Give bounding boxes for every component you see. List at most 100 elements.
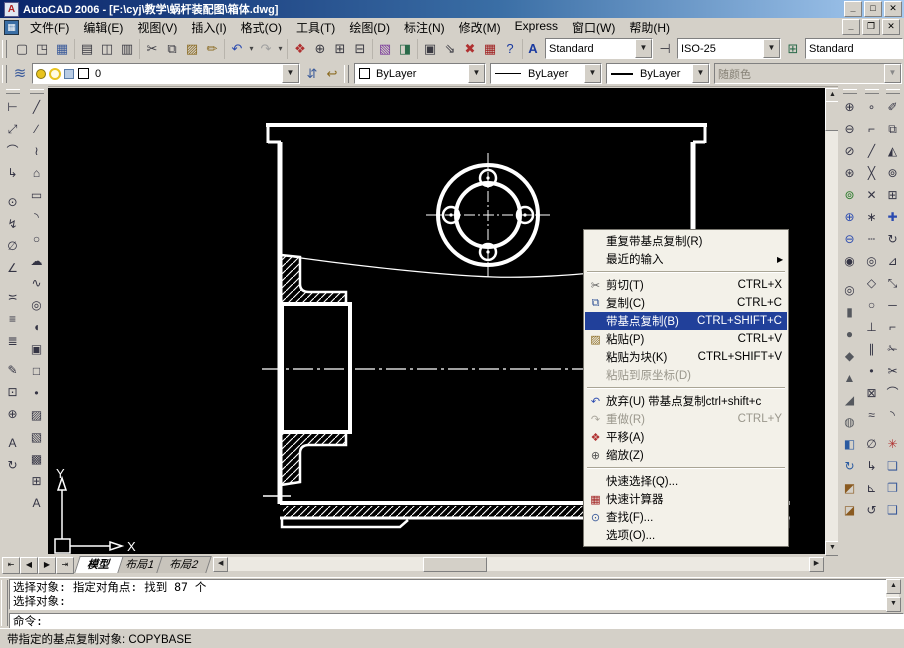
linear-dimension-icon[interactable]: ⊢	[3, 96, 23, 118]
chevron-down-icon[interactable]: ▼	[635, 39, 652, 58]
quick-leader-icon[interactable]: ✎	[3, 359, 23, 381]
draworder-above-icon[interactable]: ❑	[883, 499, 903, 521]
solid-wedge-icon[interactable]: ◢	[840, 389, 860, 411]
command-history[interactable]: 选择对象: 指定对角点: 找到 87 个选择对象:	[9, 579, 890, 610]
drawing-file-icon[interactable]: ▦	[4, 20, 19, 35]
center-mark-icon[interactable]: ⊕	[3, 403, 23, 425]
table-icon[interactable]: ⊞	[27, 470, 47, 492]
render-icon[interactable]: ◩	[840, 477, 860, 499]
baseline-dimension-icon[interactable]: ≡	[3, 308, 23, 330]
snap-intersection-icon[interactable]: ✕	[862, 184, 882, 206]
chevron-down-icon[interactable]: ▼	[763, 39, 780, 58]
mirror-icon[interactable]: ◭	[883, 140, 903, 162]
horizontal-scroll-thumb[interactable]	[423, 557, 487, 572]
maximize-button[interactable]: □	[864, 1, 882, 17]
dimension-text-edit-icon[interactable]: A	[3, 432, 23, 454]
menu-format[interactable]: 格式(O)	[234, 17, 289, 38]
linetype-combo[interactable]: ByLayer ▼	[490, 63, 602, 84]
solid-torus-icon[interactable]: ◍	[840, 411, 860, 433]
ucs-previous-icon[interactable]: ↺	[862, 499, 882, 521]
break-at-point-icon[interactable]: ✁	[883, 338, 903, 360]
rotate-icon[interactable]: ↻	[883, 228, 903, 250]
construction-line-icon[interactable]: ∕	[27, 118, 47, 140]
zoom-window-icon[interactable]: ⊕	[840, 96, 860, 118]
revision-cloud-icon[interactable]: ☁	[27, 250, 47, 272]
menu-modify[interactable]: 修改(M)	[452, 17, 508, 38]
title-bar[interactable]: A AutoCAD 2006 - [F:\cyj\教学\蜗杆装配图\箱体.dwg…	[0, 0, 904, 18]
arc-length-dimension-icon[interactable]: ⌒	[3, 140, 23, 162]
context-menu-item[interactable]: 粘贴为块(K)CTRL+SHIFT+V	[585, 348, 787, 366]
color-combo[interactable]: ByLayer ▼	[354, 63, 486, 84]
snap-none-icon[interactable]: ∅	[862, 433, 882, 455]
tolerance-icon[interactable]: ⊡	[3, 381, 23, 403]
vertical-scrollbar[interactable]: ▲ ▼	[825, 88, 838, 554]
zoom-object-icon[interactable]: ⊚	[840, 184, 860, 206]
make-object-layer-current-icon[interactable]: ⇵	[302, 64, 322, 84]
context-menu-item[interactable]: 带基点复制(B)CTRL+SHIFT+C	[585, 312, 787, 330]
extend-icon[interactable]: ⌐	[883, 316, 903, 338]
radius-dimension-icon[interactable]: ⊙	[3, 191, 23, 213]
snap-parallel-icon[interactable]: ∥	[862, 338, 882, 360]
designcenter-icon[interactable]: ◨	[395, 39, 415, 59]
toolbar-grip[interactable]	[843, 89, 857, 94]
offset-icon[interactable]: ⊚	[883, 162, 903, 184]
command-scrollbar[interactable]: ▲ ▼	[886, 579, 899, 610]
context-menu-item[interactable]: ⊕缩放(Z)	[585, 446, 787, 464]
chevron-down-icon[interactable]: ▼	[468, 64, 485, 83]
snap-apparent-intersection-icon[interactable]: ∗	[862, 206, 882, 228]
zoom-all-icon[interactable]: ◉	[840, 250, 860, 272]
snap-center-icon[interactable]: ◎	[862, 250, 882, 272]
context-menu-item[interactable]: 选项(O)...	[585, 526, 787, 544]
ucs-world-icon[interactable]: ⊾	[862, 477, 882, 499]
polygon-icon[interactable]: ⌂	[27, 162, 47, 184]
copy-icon[interactable]: ⧉	[162, 39, 182, 59]
context-menu-item[interactable]: 快速选择(Q)...	[585, 472, 787, 490]
temporary-track-point-icon[interactable]: ∘	[862, 96, 882, 118]
zoom-center-icon[interactable]: ⊛	[840, 162, 860, 184]
toolbar-grip[interactable]	[2, 65, 7, 83]
erase-icon[interactable]: ✐	[883, 96, 903, 118]
toolbar-grip[interactable]	[344, 65, 349, 83]
snap-tangent-icon[interactable]: ○	[862, 294, 882, 316]
ellipse-arc-icon[interactable]: ◖	[27, 316, 47, 338]
toolbar-grip[interactable]	[865, 89, 879, 94]
trim-icon[interactable]: ─	[883, 294, 903, 316]
scroll-up-icon[interactable]: ▲	[886, 579, 901, 594]
properties-icon[interactable]: ▣	[420, 39, 440, 59]
layer-lock-icon[interactable]	[64, 69, 74, 79]
plot-preview-icon[interactable]: ◫	[97, 39, 117, 59]
undo-dropdown-icon[interactable]: ▾	[247, 39, 256, 59]
menu-help[interactable]: 帮助(H)	[622, 17, 677, 38]
copy-object-icon[interactable]: ⧉	[883, 118, 903, 140]
context-menu-item[interactable]: 重复带基点复制(R)	[585, 232, 787, 250]
layer-freeze-icon[interactable]	[49, 68, 61, 80]
quick-dimension-icon[interactable]: ≍	[3, 286, 23, 308]
menu-dimension[interactable]: 标注(N)	[397, 17, 452, 38]
make-block-icon[interactable]: □	[27, 360, 47, 382]
close-button[interactable]: ✕	[884, 1, 902, 17]
snap-perpendicular-icon[interactable]: ⊥	[862, 316, 882, 338]
chamfer-icon[interactable]: ⌒	[883, 382, 903, 404]
dim-style-combo[interactable]: ISO-25 ▼	[677, 38, 781, 59]
chevron-down-icon[interactable]: ▼	[584, 64, 601, 83]
ellipse-icon[interactable]: ◎	[27, 294, 47, 316]
array-icon[interactable]: ⊞	[883, 184, 903, 206]
match-properties-icon[interactable]: ✏	[202, 39, 222, 59]
region-icon[interactable]: ▩	[27, 448, 47, 470]
undo-icon[interactable]: ↶	[227, 39, 247, 59]
context-menu-item[interactable]: ▦快速计算器	[585, 490, 787, 508]
snap-extension-icon[interactable]: ┄	[862, 228, 882, 250]
chevron-down-icon[interactable]: ▼	[692, 64, 709, 83]
redo-icon[interactable]: ↷	[256, 39, 276, 59]
snap-quadrant-icon[interactable]: ◇	[862, 272, 882, 294]
point-icon[interactable]: •	[27, 382, 47, 404]
zoom-dynamic-icon[interactable]: ⊖	[840, 118, 860, 140]
context-menu-item[interactable]: ↶放弃(U) 带基点复制ctrl+shift+c	[585, 392, 787, 410]
zoom-extents-icon[interactable]: ◎	[840, 279, 860, 301]
menu-file[interactable]: 文件(F)	[23, 17, 76, 38]
menu-edit[interactable]: 编辑(E)	[76, 17, 130, 38]
menu-draw[interactable]: 绘图(D)	[342, 17, 397, 38]
cut-icon[interactable]: ✂	[142, 39, 162, 59]
mdi-minimize-button[interactable]: _	[842, 19, 860, 35]
layer-color-swatch[interactable]	[78, 68, 89, 79]
